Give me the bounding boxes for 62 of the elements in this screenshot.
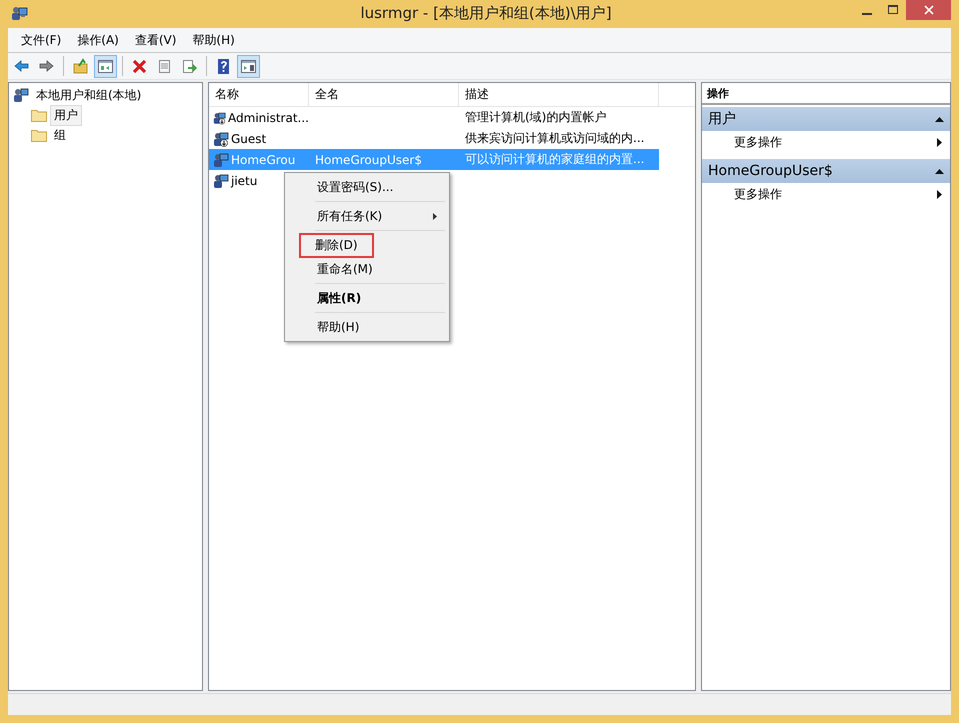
close-button[interactable] bbox=[906, 0, 951, 20]
help-icon bbox=[215, 58, 232, 74]
close-icon bbox=[924, 5, 934, 15]
minimize-icon bbox=[862, 12, 872, 14]
menu-item-label: 重命名(M) bbox=[316, 260, 374, 278]
column-header[interactable]: 全名 bbox=[309, 83, 459, 106]
menu-item[interactable]: 设置密码(S)... bbox=[287, 175, 447, 199]
tree-item[interactable]: 用户 bbox=[50, 104, 82, 126]
column-header[interactable]: 名称 bbox=[209, 83, 309, 106]
section-header[interactable]: 用户 bbox=[702, 107, 950, 131]
properties-icon bbox=[156, 58, 173, 74]
folder-up-icon bbox=[72, 58, 89, 74]
maximize-icon bbox=[888, 5, 898, 15]
menu-item-label: 设置密码(S)... bbox=[316, 178, 394, 196]
table-cell: HomeGroupUser$ bbox=[315, 152, 422, 166]
folder-icon bbox=[31, 128, 47, 142]
users-icon bbox=[10, 4, 28, 22]
menu-item[interactable]: 所有任务(K) bbox=[287, 204, 447, 228]
menu-item[interactable]: 操作(A) bbox=[69, 32, 127, 48]
menu-item-label: 属性(R) bbox=[316, 290, 362, 306]
submenu-arrow-icon bbox=[433, 212, 437, 220]
user-icon bbox=[213, 130, 229, 146]
user-icon bbox=[213, 172, 229, 188]
collapse-arrow-icon[interactable] bbox=[935, 168, 944, 174]
menu-item[interactable]: 查看(V) bbox=[126, 32, 184, 48]
back-arrow-icon bbox=[13, 58, 30, 74]
table-cell: 可以访问计算机的家庭组的内置... bbox=[465, 151, 644, 168]
submenu-arrow-icon bbox=[937, 190, 942, 198]
export-icon bbox=[181, 58, 198, 74]
forward-arrow-icon bbox=[38, 58, 55, 74]
action-link[interactable]: 更多操作 bbox=[734, 186, 782, 202]
menu-item-label: 帮助(H) bbox=[316, 318, 360, 336]
section-header[interactable]: HomeGroupUser$ bbox=[702, 159, 950, 183]
computer-users-icon bbox=[13, 87, 29, 103]
pane-layout-icon bbox=[97, 58, 114, 74]
table-cell: Administrat... bbox=[228, 110, 309, 124]
user-icon bbox=[213, 152, 229, 168]
delete-icon bbox=[131, 58, 148, 74]
menu-item[interactable]: 属性(R) bbox=[287, 286, 447, 310]
menu-item[interactable]: 帮助(H) bbox=[287, 315, 447, 339]
table-cell: HomeGrou bbox=[231, 152, 296, 166]
table-cell: Guest bbox=[231, 132, 266, 146]
table-cell: 供来宾访问计算机或访问域的内... bbox=[465, 130, 644, 147]
folder-icon bbox=[31, 108, 47, 122]
toolbar-button[interactable] bbox=[237, 54, 260, 78]
menu-item[interactable]: 删除(D) bbox=[287, 233, 447, 257]
table-cell: jietu bbox=[231, 174, 258, 188]
menu-item[interactable]: 文件(F) bbox=[13, 32, 70, 48]
menu-item[interactable]: 重命名(M) bbox=[287, 257, 447, 281]
column-header[interactable]: 描述 bbox=[459, 83, 659, 106]
toolbar-button[interactable] bbox=[94, 54, 117, 78]
pane-layout-icon bbox=[240, 58, 257, 74]
table-cell: 管理计算机(域)的内置帐户 bbox=[465, 109, 606, 126]
collapse-arrow-icon[interactable] bbox=[935, 116, 944, 122]
window-title: lusrmgr - [本地用户和组(本地)\用户] bbox=[359, 4, 613, 23]
highlight-box: 删除(D) bbox=[299, 232, 374, 258]
menu-item-label: 所有任务(K) bbox=[316, 208, 384, 224]
submenu-arrow-icon bbox=[937, 138, 942, 146]
action-link[interactable]: 更多操作 bbox=[734, 134, 782, 150]
tree-item[interactable]: 本地用户和组(本地) bbox=[32, 84, 146, 106]
menu-item[interactable]: 帮助(H) bbox=[184, 32, 243, 48]
tree-item[interactable]: 组 bbox=[50, 124, 70, 146]
